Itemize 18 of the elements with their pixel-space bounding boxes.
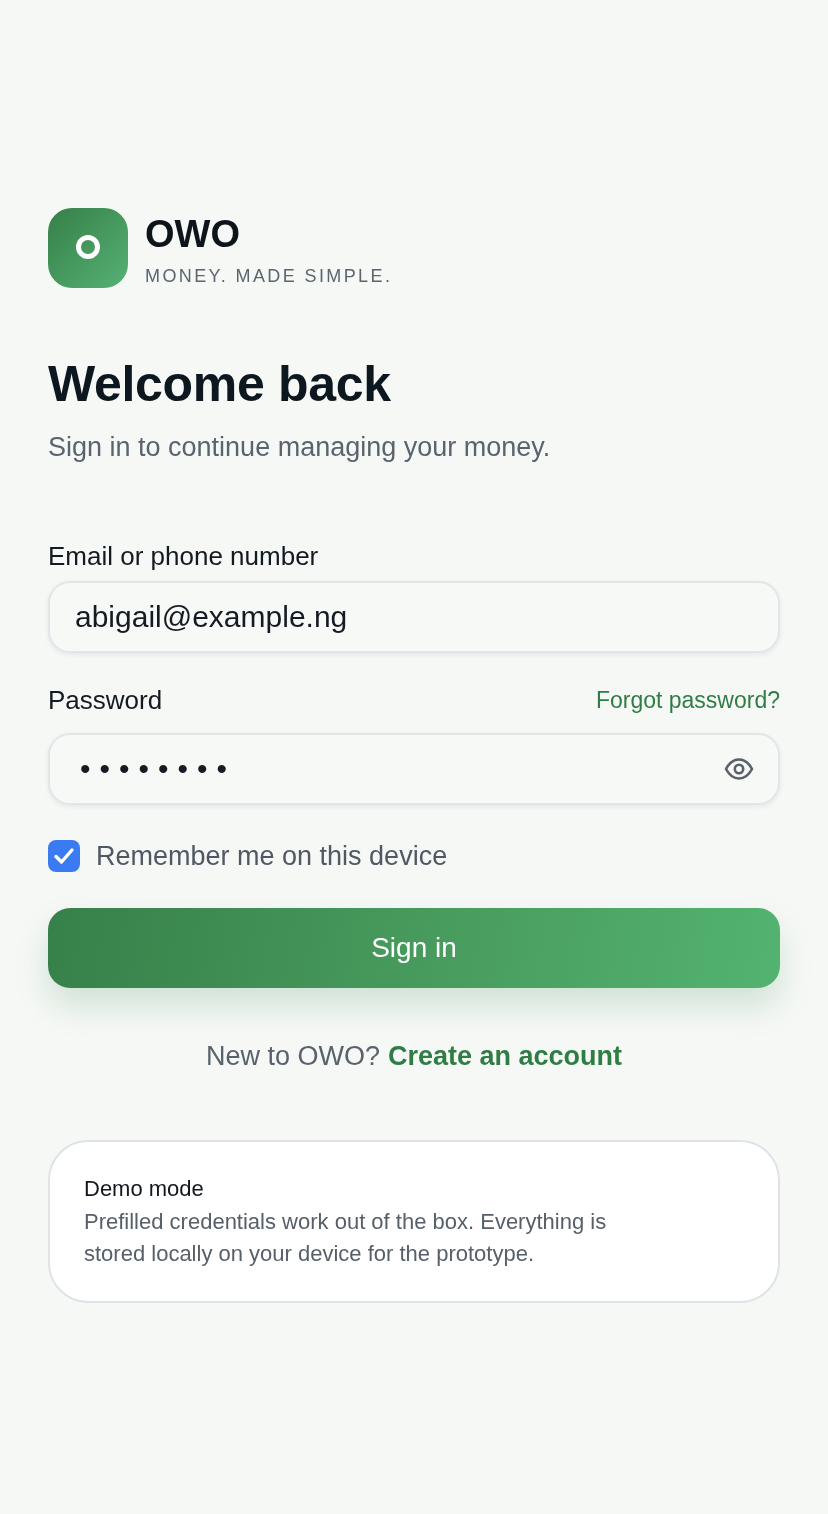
page-title: Welcome back bbox=[48, 357, 391, 412]
notice-text: Prefilled credentials work out of the box. Everything is stored locally on your device for the prototype. bbox=[84, 1208, 608, 1268]
page-subtitle: Sign in to continue managing your money. bbox=[48, 431, 551, 464]
checkbox-label: Remember me on this device bbox=[96, 840, 448, 872]
eye-icon[interactable] bbox=[724, 758, 754, 780]
field-label: Password bbox=[48, 683, 163, 717]
create-account-link[interactable]: Create an account bbox=[388, 1039, 623, 1073]
notice-title: Demo mode bbox=[84, 1175, 204, 1203]
checkbox[interactable] bbox=[48, 840, 80, 872]
password-field[interactable]: •••••••• bbox=[48, 733, 780, 805]
brand-tagline: MONEY. MADE SIMPLE. bbox=[145, 267, 393, 285]
forgot-password-link[interactable]: Forgot password? bbox=[595, 684, 780, 716]
sign-in-button[interactable]: Sign in bbox=[48, 908, 780, 988]
field-label: Email or phone number bbox=[48, 540, 319, 573]
email-field[interactable]: abigail@example.ng bbox=[48, 581, 780, 653]
ring-logo-icon bbox=[48, 208, 128, 288]
brand-name: OWO bbox=[145, 215, 240, 253]
signup-prompt: New to OWO? bbox=[205, 1040, 380, 1073]
